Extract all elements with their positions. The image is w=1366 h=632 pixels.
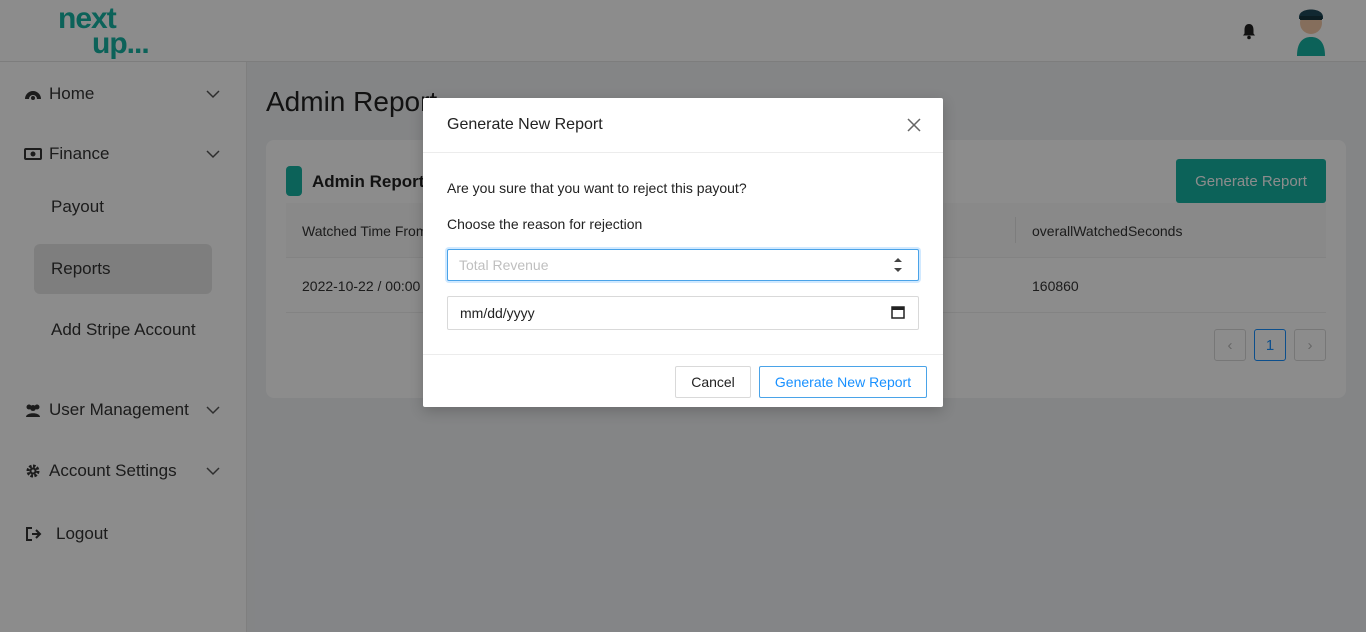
calendar-icon[interactable]: [891, 305, 905, 319]
modal-header: Generate New Report: [423, 98, 943, 153]
date-placeholder: mm/dd/yyyy: [460, 305, 535, 321]
generate-report-modal: Generate New Report Are you sure that yo…: [423, 98, 943, 407]
generate-new-report-button[interactable]: Generate New Report: [759, 366, 927, 398]
confirm-question: Are you sure that you want to reject thi…: [447, 180, 747, 196]
reason-label: Choose the reason for rejection: [447, 216, 643, 232]
total-revenue-input[interactable]: [447, 249, 919, 281]
number-spinner-icon[interactable]: [889, 254, 907, 276]
modal-title: Generate New Report: [447, 116, 603, 133]
modal-footer: Cancel Generate New Report: [423, 354, 943, 407]
close-icon[interactable]: [905, 116, 923, 134]
cancel-button[interactable]: Cancel: [675, 366, 751, 398]
report-date-input[interactable]: mm/dd/yyyy: [447, 296, 919, 330]
